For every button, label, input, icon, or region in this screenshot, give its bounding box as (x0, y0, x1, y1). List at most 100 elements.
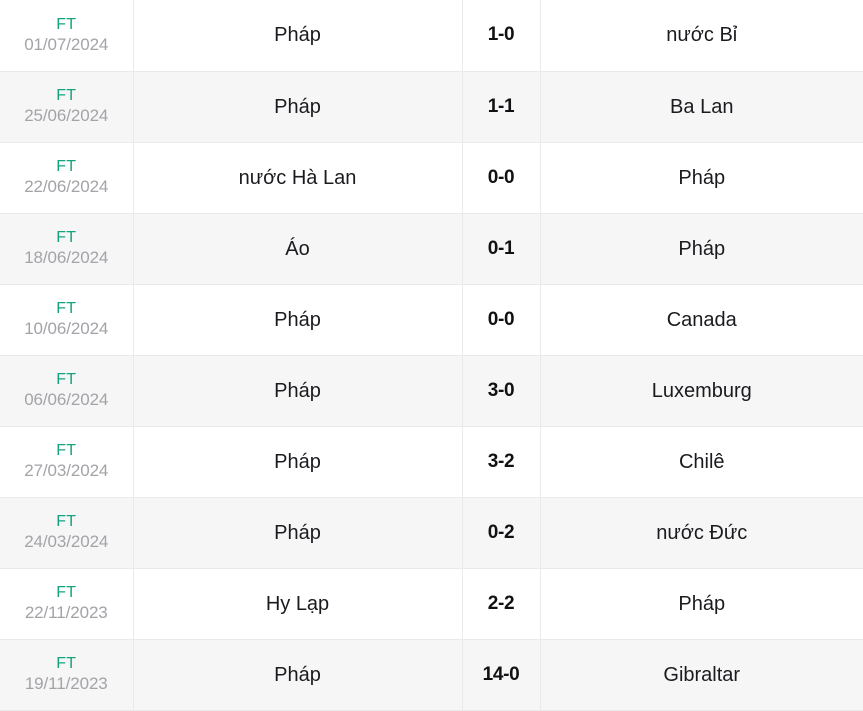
home-team-name: Pháp (274, 450, 321, 473)
home-team-name: Hy Lạp (265, 592, 330, 615)
status-badge: FT (56, 442, 77, 459)
away-team-cell[interactable]: Luxemburg (540, 355, 863, 427)
match-status-cell: FT 24/03/2024 (0, 497, 134, 569)
status-badge: FT (56, 87, 77, 104)
status-badge: FT (56, 513, 77, 530)
match-score-cell[interactable]: 0-0 (461, 284, 541, 356)
match-date: 01/07/2024 (24, 34, 109, 54)
match-score: 14-0 (482, 663, 520, 685)
match-score-cell[interactable]: 3-2 (461, 426, 541, 498)
match-status-cell: FT 25/06/2024 (0, 71, 134, 143)
table-row[interactable]: FT 22/06/2024 nước Hà Lan 0-0 Pháp (0, 142, 863, 214)
home-team-cell[interactable]: Pháp (133, 497, 462, 569)
match-status-cell: FT 22/06/2024 (0, 142, 134, 214)
match-status-cell: FT 19/11/2023 (0, 639, 134, 711)
match-score: 0-0 (487, 166, 515, 188)
match-score-cell[interactable]: 1-1 (461, 71, 541, 143)
match-score-cell[interactable]: 1-0 (461, 0, 541, 72)
match-date: 19/11/2023 (24, 674, 108, 693)
table-row[interactable]: FT 24/03/2024 Pháp 0-2 nước Đức (0, 497, 863, 569)
home-team-name: nước Hà Lan (238, 166, 357, 189)
away-team-cell[interactable]: Chilê (540, 426, 863, 498)
match-status-cell: FT 10/06/2024 (0, 284, 134, 356)
match-score: 3-2 (487, 450, 515, 472)
away-team-name: Chilê (678, 450, 725, 473)
status-badge: FT (56, 15, 77, 33)
match-status-cell: FT 06/06/2024 (0, 355, 134, 427)
match-score: 1-0 (487, 24, 515, 46)
home-team-cell[interactable]: nước Hà Lan (133, 142, 462, 214)
status-badge: FT (56, 371, 77, 388)
match-score-cell[interactable]: 0-0 (461, 142, 541, 214)
home-team-name: Pháp (274, 308, 321, 331)
home-team-name: Pháp (274, 24, 321, 47)
match-score-cell[interactable]: 0-1 (461, 213, 541, 285)
home-team-name: Pháp (274, 379, 321, 402)
match-status-cell: FT 27/03/2024 (0, 426, 134, 498)
match-date: 27/03/2024 (24, 461, 109, 480)
home-team-cell[interactable]: Pháp (133, 426, 462, 498)
match-date: 06/06/2024 (24, 390, 109, 409)
away-team-name: Pháp (678, 592, 726, 615)
away-team-name: Pháp (678, 237, 726, 260)
home-team-name: Pháp (274, 521, 321, 544)
away-team-name: Canada (666, 308, 737, 331)
match-score: 0-0 (487, 308, 515, 330)
away-team-cell[interactable]: Canada (540, 284, 863, 356)
status-badge: FT (56, 158, 77, 175)
match-score-cell[interactable]: 2-2 (461, 568, 541, 640)
away-team-cell[interactable]: Pháp (540, 142, 863, 214)
away-team-cell[interactable]: Ba Lan (540, 71, 863, 143)
match-score: 2-2 (487, 592, 515, 614)
home-team-cell[interactable]: Pháp (133, 71, 462, 143)
home-team-name: Pháp (274, 95, 321, 118)
away-team-cell[interactable]: Pháp (540, 568, 863, 640)
match-score: 0-2 (487, 521, 515, 543)
away-team-name: nước Bỉ (666, 24, 738, 47)
table-row[interactable]: FT 19/11/2023 Pháp 14-0 Gibraltar (0, 639, 863, 711)
table-row[interactable]: FT 10/06/2024 Pháp 0-0 Canada (0, 284, 863, 356)
status-badge: FT (56, 229, 77, 246)
match-score: 1-1 (487, 95, 515, 117)
status-badge: FT (56, 300, 77, 317)
away-team-name: Pháp (678, 166, 726, 189)
match-score: 0-1 (487, 237, 515, 259)
home-team-cell[interactable]: Áo (133, 213, 462, 285)
away-team-cell[interactable]: nước Đức (540, 497, 863, 569)
table-row[interactable]: FT 06/06/2024 Pháp 3-0 Luxemburg (0, 355, 863, 427)
table-row[interactable]: FT 22/11/2023 Hy Lạp 2-2 Pháp (0, 568, 863, 640)
home-team-cell[interactable]: Hy Lạp (133, 568, 462, 640)
home-team-cell[interactable]: Pháp (133, 0, 462, 72)
away-team-name: Gibraltar (663, 663, 741, 686)
match-score-cell[interactable]: 14-0 (461, 639, 541, 711)
table-row[interactable]: FT 18/06/2024 Áo 0-1 Pháp (0, 213, 863, 285)
home-team-name: Pháp (274, 663, 321, 686)
home-team-cell[interactable]: Pháp (133, 355, 462, 427)
away-team-name: Luxemburg (651, 379, 752, 402)
away-team-name: Ba Lan (670, 95, 734, 118)
match-date: 25/06/2024 (24, 106, 109, 125)
match-status-cell: FT 01/07/2024 (0, 0, 134, 72)
table-row[interactable]: FT 25/06/2024 Pháp 1-1 Ba Lan (0, 71, 863, 143)
away-team-cell[interactable]: nước Bỉ (540, 0, 863, 72)
home-team-cell[interactable]: Pháp (133, 639, 462, 711)
match-status-cell: FT 22/11/2023 (0, 568, 134, 640)
status-badge: FT (56, 655, 77, 672)
away-team-cell[interactable]: Pháp (540, 213, 863, 285)
match-score: 3-0 (487, 379, 515, 401)
match-status-cell: FT 18/06/2024 (0, 213, 134, 285)
home-team-cell[interactable]: Pháp (133, 284, 462, 356)
match-date: 18/06/2024 (24, 248, 109, 267)
match-date: 24/03/2024 (24, 532, 109, 551)
match-score-cell[interactable]: 3-0 (461, 355, 541, 427)
match-score-cell[interactable]: 0-2 (461, 497, 541, 569)
table-row[interactable]: FT 27/03/2024 Pháp 3-2 Chilê (0, 426, 863, 498)
match-results-table: FT 01/07/2024 Pháp 1-0 nước Bỉ FT 25/06/2024 Ph… (0, 0, 863, 711)
match-date: 10/06/2024 (24, 319, 109, 338)
match-date: 22/11/2023 (24, 603, 108, 622)
away-team-cell[interactable]: Gibraltar (540, 639, 863, 711)
status-badge: FT (56, 584, 77, 601)
match-results-body: FT 01/07/2024 Pháp 1-0 nước Bỉ FT 25/06/2024 Ph… (0, 0, 863, 711)
match-date: 22/06/2024 (24, 177, 109, 196)
table-row[interactable]: FT 01/07/2024 Pháp 1-0 nước Bỉ (0, 0, 863, 72)
